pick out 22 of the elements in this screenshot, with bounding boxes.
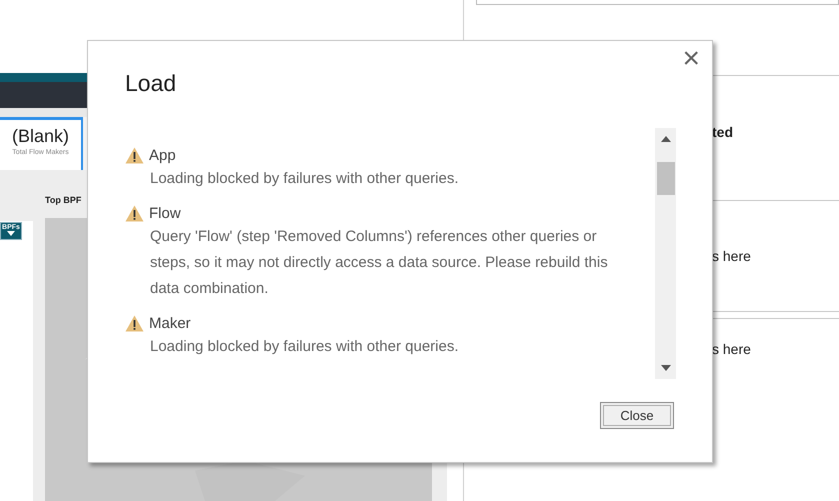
query-name: Flow [149, 204, 181, 222]
search-field[interactable] [476, 0, 839, 5]
query-name: Maker [149, 314, 191, 332]
error-message: Loading blocked by failures with other queries. [150, 169, 460, 189]
filter-card-text: ted [712, 124, 733, 140]
scroll-up-icon[interactable] [660, 136, 670, 142]
warning-icon [125, 204, 144, 222]
warning-icon [125, 146, 144, 164]
warning-icon [125, 314, 144, 332]
caret-icon [7, 231, 15, 236]
error-message: Loading blocked by failures with other queries. [150, 337, 460, 357]
dialog-title: Load [125, 69, 178, 98]
visual-title: Top BPF [45, 194, 82, 207]
query-name: App [149, 146, 176, 164]
scroll-down-icon[interactable] [660, 365, 670, 371]
close-button[interactable]: Close [600, 402, 674, 429]
filter-card-text: s here [712, 341, 751, 357]
scrollbar[interactable] [655, 128, 676, 379]
card-value: (Blank) [12, 126, 69, 147]
error-message: Query 'Flow' (step 'Removed Columns') references other queries or steps, so it may not directly access a data source. Please rebuild this data combination. [150, 227, 609, 299]
filter-card-text: s here [712, 248, 751, 264]
scroll-thumb[interactable] [656, 162, 674, 195]
